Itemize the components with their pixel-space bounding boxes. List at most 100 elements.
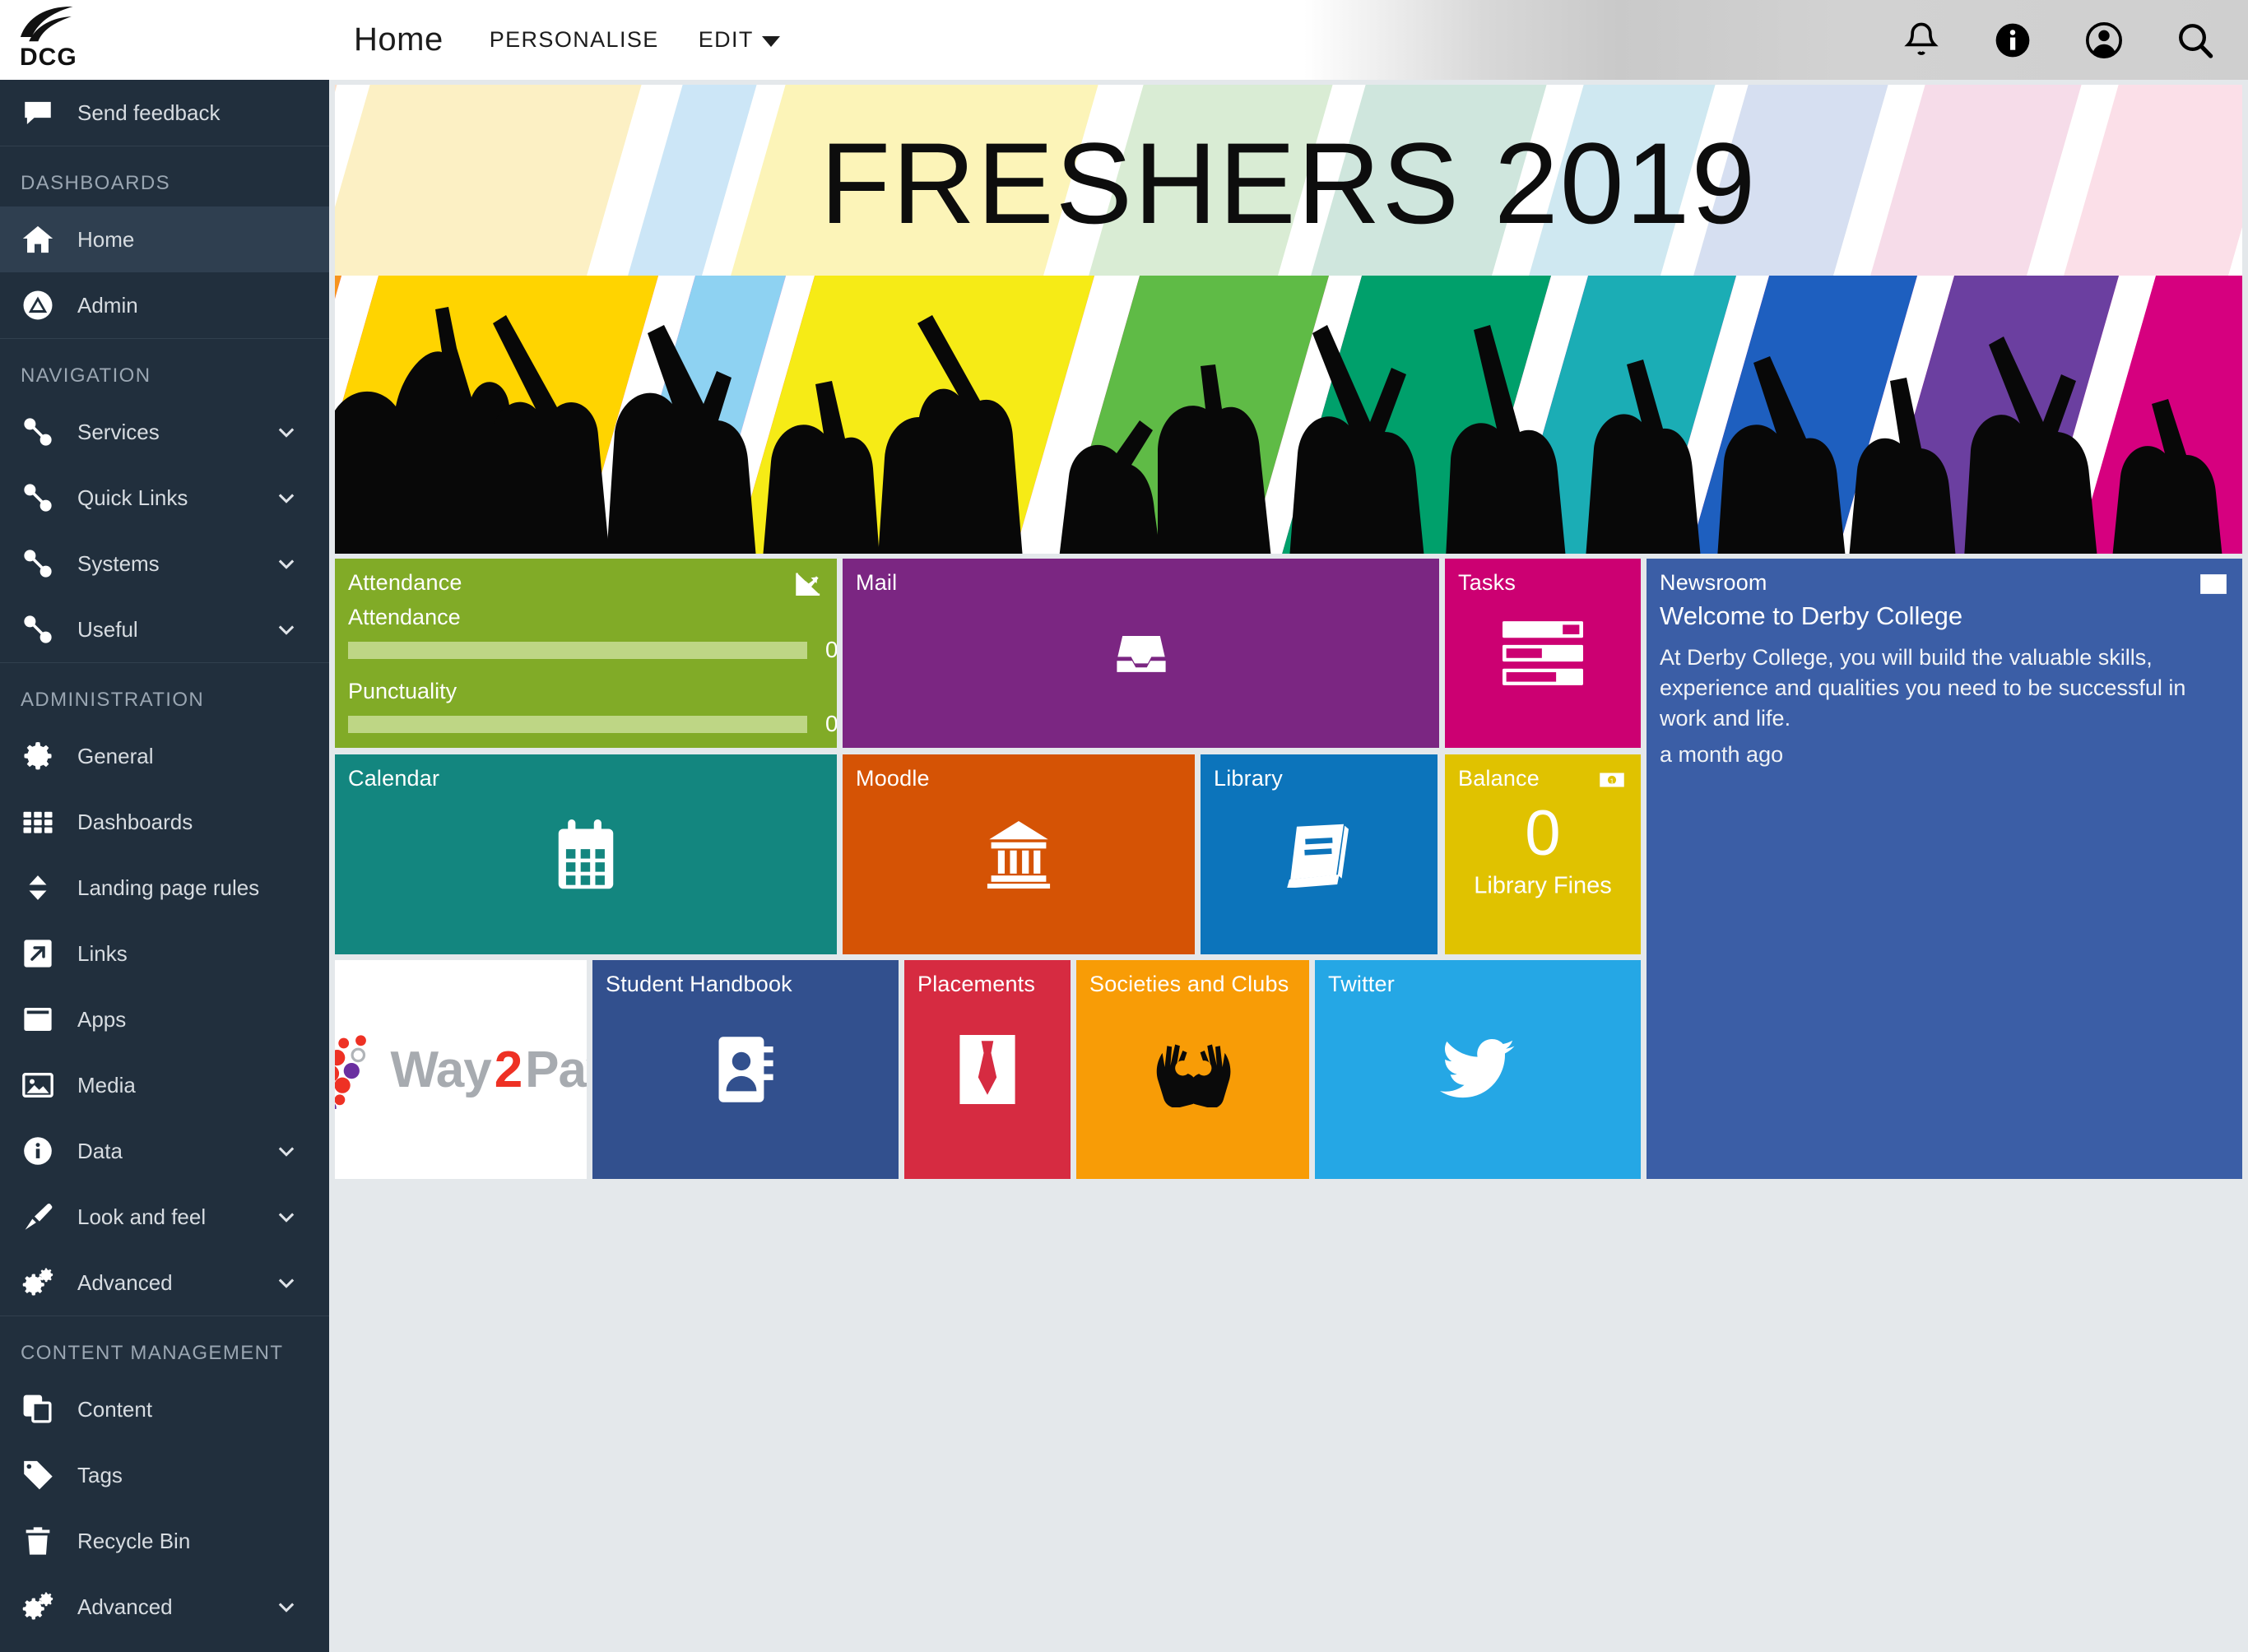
sidebar-heading-dashboards: DASHBOARDS xyxy=(21,172,171,194)
sidebar-item-useful[interactable]: Useful xyxy=(0,596,329,662)
newspaper-icon xyxy=(2198,570,2229,598)
tile-tasks[interactable]: Tasks xyxy=(1445,559,1641,748)
chevron-down-icon[interactable] xyxy=(275,420,298,443)
tile-way2pay[interactable]: Way 2 Pay xyxy=(335,960,587,1179)
personalise-button[interactable]: PERSONALISE xyxy=(490,27,659,53)
tile-twitter[interactable]: Twitter xyxy=(1315,960,1641,1179)
sidebar-item-look-and-feel[interactable]: Look and feel xyxy=(0,1184,329,1250)
hands-clubs-icon xyxy=(1076,960,1309,1179)
chevron-down-icon[interactable] xyxy=(275,1139,298,1162)
balance-value: 0 xyxy=(1525,795,1561,868)
edit-menu-button[interactable]: EDIT xyxy=(699,27,780,53)
admin-circle-icon xyxy=(21,288,55,323)
notifications-bell-icon[interactable] xyxy=(1900,19,1943,62)
sidebar-item-systems[interactable]: Systems xyxy=(0,531,329,596)
user-account-icon[interactable] xyxy=(2083,19,2125,62)
sidebar-item-label: Look and feel xyxy=(77,1204,207,1229)
link-icon xyxy=(21,415,55,449)
sidebar-item-recycle-bin[interactable]: Recycle Bin xyxy=(0,1508,329,1574)
info-icon[interactable] xyxy=(1991,19,2034,62)
sidebar-item-label: Dashboards xyxy=(77,809,193,834)
sidebar-item-label: Send feedback xyxy=(77,100,221,125)
dcg-swoosh-logo: DCG xyxy=(12,6,87,73)
tile-attendance[interactable]: Attendance Attendance 0% Punctuali xyxy=(335,559,837,748)
way2pay-digit: 2 xyxy=(494,1041,523,1098)
sidebar-item-media[interactable]: Media xyxy=(0,1052,329,1118)
tile-student-handbook[interactable]: Student Handbook xyxy=(592,960,899,1179)
tile-mail[interactable]: Mail xyxy=(843,559,1439,748)
sidebar-item-label: Home xyxy=(77,226,135,252)
tile-societies-and-clubs[interactable]: Societies and Clubs xyxy=(1076,960,1309,1179)
banner-top-rays: FRESHERS 2019 xyxy=(335,85,2242,276)
task-list-icon xyxy=(1445,559,1641,748)
gear-icon xyxy=(21,739,55,773)
attendance-progress-bar xyxy=(348,641,807,659)
sidebar-item-advanced-admin[interactable]: Advanced xyxy=(0,1250,329,1316)
copy-pages-icon xyxy=(21,1392,55,1427)
sidebar-item-label: Content xyxy=(77,1396,153,1422)
chevron-down-icon[interactable] xyxy=(275,1271,298,1294)
newsroom-timestamp: a month ago xyxy=(1660,741,1784,767)
sort-updown-icon xyxy=(21,870,55,905)
sidebar-item-label: Data xyxy=(77,1138,123,1163)
sidebar-item-label: Useful xyxy=(77,616,138,642)
tile-placements[interactable]: Placements xyxy=(904,960,1071,1179)
attendance-metric-row: Attendance 0% xyxy=(348,605,837,663)
sidebar-item-advanced-content[interactable]: Advanced xyxy=(0,1574,329,1640)
sidebar-item-label: Links xyxy=(77,940,128,966)
sidebar-item-dashboards[interactable]: Dashboards xyxy=(0,789,329,855)
sidebar-heading-content-management: CONTENT MANAGEMENT xyxy=(21,1342,284,1364)
tile-balance[interactable]: Balance 1 0 Library Fines xyxy=(1445,754,1641,954)
tile-moodle[interactable]: Moodle xyxy=(843,754,1195,954)
info-circle-icon xyxy=(21,1134,55,1168)
brand-logo-text: DCG xyxy=(20,43,77,71)
trash-icon xyxy=(21,1524,55,1558)
sidebar-item-send-feedback[interactable]: Send feedback xyxy=(0,80,329,146)
home-icon xyxy=(21,222,55,257)
sidebar-item-data[interactable]: Data xyxy=(0,1118,329,1184)
punctuality-progress-bar xyxy=(348,715,807,733)
link-icon xyxy=(21,546,55,581)
balance-caption: Library Fines xyxy=(1474,871,1612,898)
sidebar-item-label: Services xyxy=(77,419,160,444)
brand-logo[interactable]: DCG xyxy=(0,0,329,80)
attendance-metric-label: Attendance xyxy=(348,605,461,629)
chevron-down-icon[interactable] xyxy=(275,1205,298,1228)
sidebar-item-quick-links[interactable]: Quick Links xyxy=(0,465,329,531)
tile-title: Newsroom xyxy=(1660,570,1767,595)
chevron-down-icon[interactable] xyxy=(275,618,298,641)
chevron-down-icon[interactable] xyxy=(275,486,298,509)
link-icon xyxy=(21,612,55,647)
sidebar-item-home[interactable]: Home xyxy=(0,206,329,272)
tile-title: Balance xyxy=(1458,766,1540,791)
tile-calendar[interactable]: Calendar xyxy=(335,754,837,954)
sidebar-item-apps[interactable]: Apps xyxy=(0,986,329,1052)
sidebar-item-tags[interactable]: Tags xyxy=(0,1442,329,1508)
chevron-down-icon[interactable] xyxy=(275,1595,298,1618)
sidebar-item-label: Systems xyxy=(77,550,160,576)
tile-library[interactable]: Library xyxy=(1201,754,1438,954)
sidebar-item-links[interactable]: Links xyxy=(0,921,329,986)
sidebar-item-services[interactable]: Services xyxy=(0,399,329,465)
balance-readout: 0 Library Fines xyxy=(1445,800,1641,899)
twitter-bird-icon xyxy=(1315,960,1641,1179)
attendance-metrics: Attendance 0% Punctuality 0% xyxy=(348,605,837,748)
paintbrush-icon xyxy=(21,1200,55,1234)
main-content-area: FRESHERS 2019 Attendance Attendance 0 Pu… xyxy=(329,80,2248,1652)
punctuality-metric-value: 0% xyxy=(825,711,837,736)
sidebar-item-admin[interactable]: Admin xyxy=(0,272,329,338)
external-link-icon xyxy=(21,936,55,971)
way2pay-dots-icon xyxy=(335,1035,366,1109)
sidebar-item-landing-page-rules[interactable]: Landing page rules xyxy=(0,855,329,921)
sidebar-item-content[interactable]: Content xyxy=(0,1376,329,1442)
tile-title: Attendance xyxy=(348,570,462,595)
link-icon xyxy=(21,480,55,515)
search-icon[interactable] xyxy=(2174,19,2217,62)
freshers-banner[interactable]: FRESHERS 2019 xyxy=(335,85,2242,554)
gears-icon xyxy=(21,1589,55,1624)
tile-newsroom[interactable]: Newsroom Welcome to Derby College At Der… xyxy=(1647,559,2242,1179)
sidebar-item-label: Admin xyxy=(77,292,138,318)
chevron-down-icon[interactable] xyxy=(275,552,298,575)
sidebar-item-general[interactable]: General xyxy=(0,723,329,789)
newsroom-article: Welcome to Derby College At Derby Colleg… xyxy=(1660,601,2218,768)
